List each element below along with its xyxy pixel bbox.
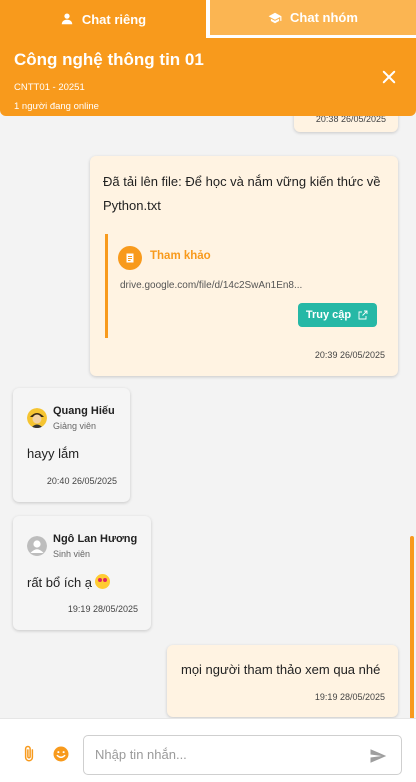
message-time: 20:40 26/05/2025 bbox=[46, 476, 117, 486]
attach-icon[interactable] bbox=[20, 745, 38, 763]
message-composer bbox=[0, 718, 416, 782]
group-title: Công nghệ thông tin 01 bbox=[14, 50, 204, 69]
group-header: Công nghệ thông tin 01 CNTT01 - 20251 1 … bbox=[0, 38, 416, 116]
person-icon bbox=[61, 13, 73, 25]
access-button-label: Truy cập bbox=[305, 309, 352, 321]
avatar[interactable] bbox=[27, 408, 47, 428]
message-bubble-received: Quang Hiếu Giảng viên hayy lắm 20:40 26/… bbox=[13, 388, 130, 502]
sender-role: Sinh viên bbox=[53, 549, 91, 559]
graduation-cap-icon bbox=[268, 12, 282, 23]
scrollbar[interactable] bbox=[410, 536, 414, 718]
tab-label: Chat riêng bbox=[81, 11, 147, 27]
sender-role: Giảng viên bbox=[53, 421, 97, 431]
message-input-box bbox=[83, 735, 402, 775]
message-time: 20:39 26/05/2025 bbox=[314, 350, 385, 360]
message-time: 19:19 28/05/2025 bbox=[314, 692, 385, 702]
message-text: hayy lắm bbox=[27, 446, 80, 461]
message-text: Đã tải lên file: Để học và nắm vững kiến… bbox=[103, 174, 381, 213]
heart-eyes-emoji-icon bbox=[95, 574, 111, 589]
sender-name: Quang Hiếu bbox=[53, 405, 115, 417]
close-icon[interactable] bbox=[380, 68, 398, 86]
tab-label: Chat nhóm bbox=[290, 10, 358, 25]
access-button[interactable]: Truy cập bbox=[298, 303, 377, 327]
message-input[interactable] bbox=[95, 747, 355, 762]
message-bubble-received: Ngô Lan Hương Sinh viên rất bổ ích ạ 19:… bbox=[13, 516, 151, 630]
message-bubble-sent: mọi người tham thảo xem qua nhé 19:19 28… bbox=[167, 645, 398, 717]
reference-label: Tham khảo bbox=[150, 250, 211, 262]
message-sender: Ngô Lan Hương Sinh viên bbox=[27, 532, 137, 562]
online-status: 1 người đang online bbox=[14, 101, 99, 112]
message-text: rất bổ ích ạ bbox=[27, 575, 93, 590]
reference-url[interactable]: drive.google.com/file/d/14c2SwAn1En8... bbox=[120, 280, 302, 291]
avatar[interactable] bbox=[27, 536, 47, 556]
external-link-icon bbox=[358, 310, 368, 320]
message-bubble-sent: 20:38 26/05/2025 bbox=[294, 116, 398, 132]
class-code: CNTT01 - 20251 bbox=[14, 82, 85, 93]
tab-private-chat[interactable]: Chat riêng bbox=[0, 0, 206, 38]
message-bubble-sent: Đã tải lên file: Để học và nắm vững kiến… bbox=[90, 156, 398, 376]
message-sender: Quang Hiếu Giảng viên bbox=[27, 404, 115, 434]
chat-tabs: Chat riêng Chat nhóm bbox=[0, 0, 416, 38]
emoji-icon[interactable] bbox=[52, 745, 70, 763]
message-time: 19:19 28/05/2025 bbox=[67, 604, 138, 614]
message-list[interactable]: 20:38 26/05/2025 Đã tải lên file: Để học… bbox=[0, 116, 416, 718]
document-icon bbox=[118, 246, 142, 270]
message-time: 20:38 26/05/2025 bbox=[315, 116, 386, 124]
sender-name: Ngô Lan Hương bbox=[53, 533, 138, 545]
message-text: mọi người tham thảo xem qua nhé bbox=[181, 662, 381, 677]
message-text-wrap: rất bổ ích ạ bbox=[27, 574, 111, 590]
tab-group-chat[interactable]: Chat nhóm bbox=[210, 0, 416, 38]
send-icon[interactable] bbox=[369, 747, 387, 765]
reference-card: Tham khảo drive.google.com/file/d/14c2Sw… bbox=[105, 234, 385, 338]
